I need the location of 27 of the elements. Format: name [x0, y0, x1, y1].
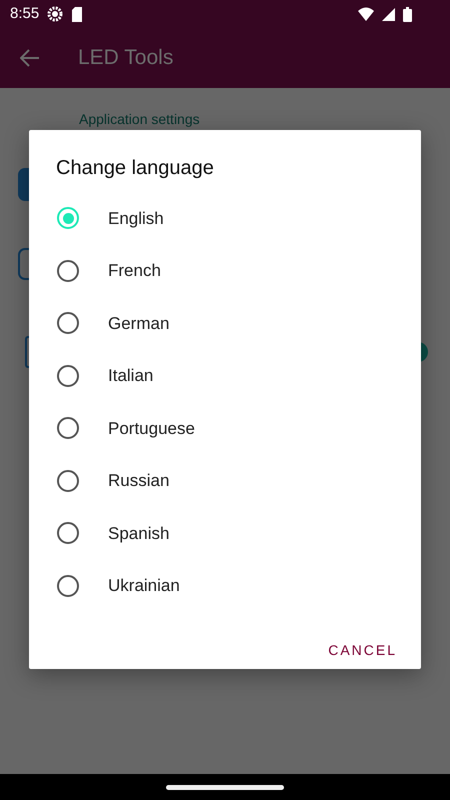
back-arrow-icon[interactable] [20, 49, 40, 67]
radio-button[interactable] [57, 470, 79, 492]
dialog-title: Change language [55, 156, 215, 181]
language-option[interactable]: Portuguese [29, 402, 421, 454]
language-option[interactable]: French [29, 244, 421, 297]
radio-button[interactable] [57, 574, 79, 597]
radio-button[interactable] [57, 364, 79, 387]
signal-icon [382, 8, 395, 20]
radio-button[interactable] [57, 260, 79, 282]
sd-card-icon [71, 6, 84, 22]
language-option[interactable]: Ukrainian [29, 560, 421, 612]
gear-icon [47, 6, 64, 22]
language-option[interactable]: English [29, 192, 421, 244]
wifi-icon [358, 7, 374, 21]
status-time: 8:55 [10, 4, 40, 24]
section-title: Application settings [78, 110, 201, 128]
radio-button[interactable] [57, 417, 79, 440]
language-option[interactable]: German [29, 297, 421, 350]
home-handle[interactable] [166, 784, 284, 790]
cancel-button[interactable]: CANCEL [324, 634, 401, 667]
battery-icon [403, 6, 412, 22]
language-option[interactable]: Italian [29, 350, 421, 402]
radio-button[interactable] [57, 312, 79, 334]
language-option[interactable]: Russian [29, 454, 421, 507]
app-title: LED Tools [78, 45, 174, 72]
radio-button[interactable] [57, 522, 79, 544]
language-option[interactable]: Spanish [29, 507, 421, 560]
